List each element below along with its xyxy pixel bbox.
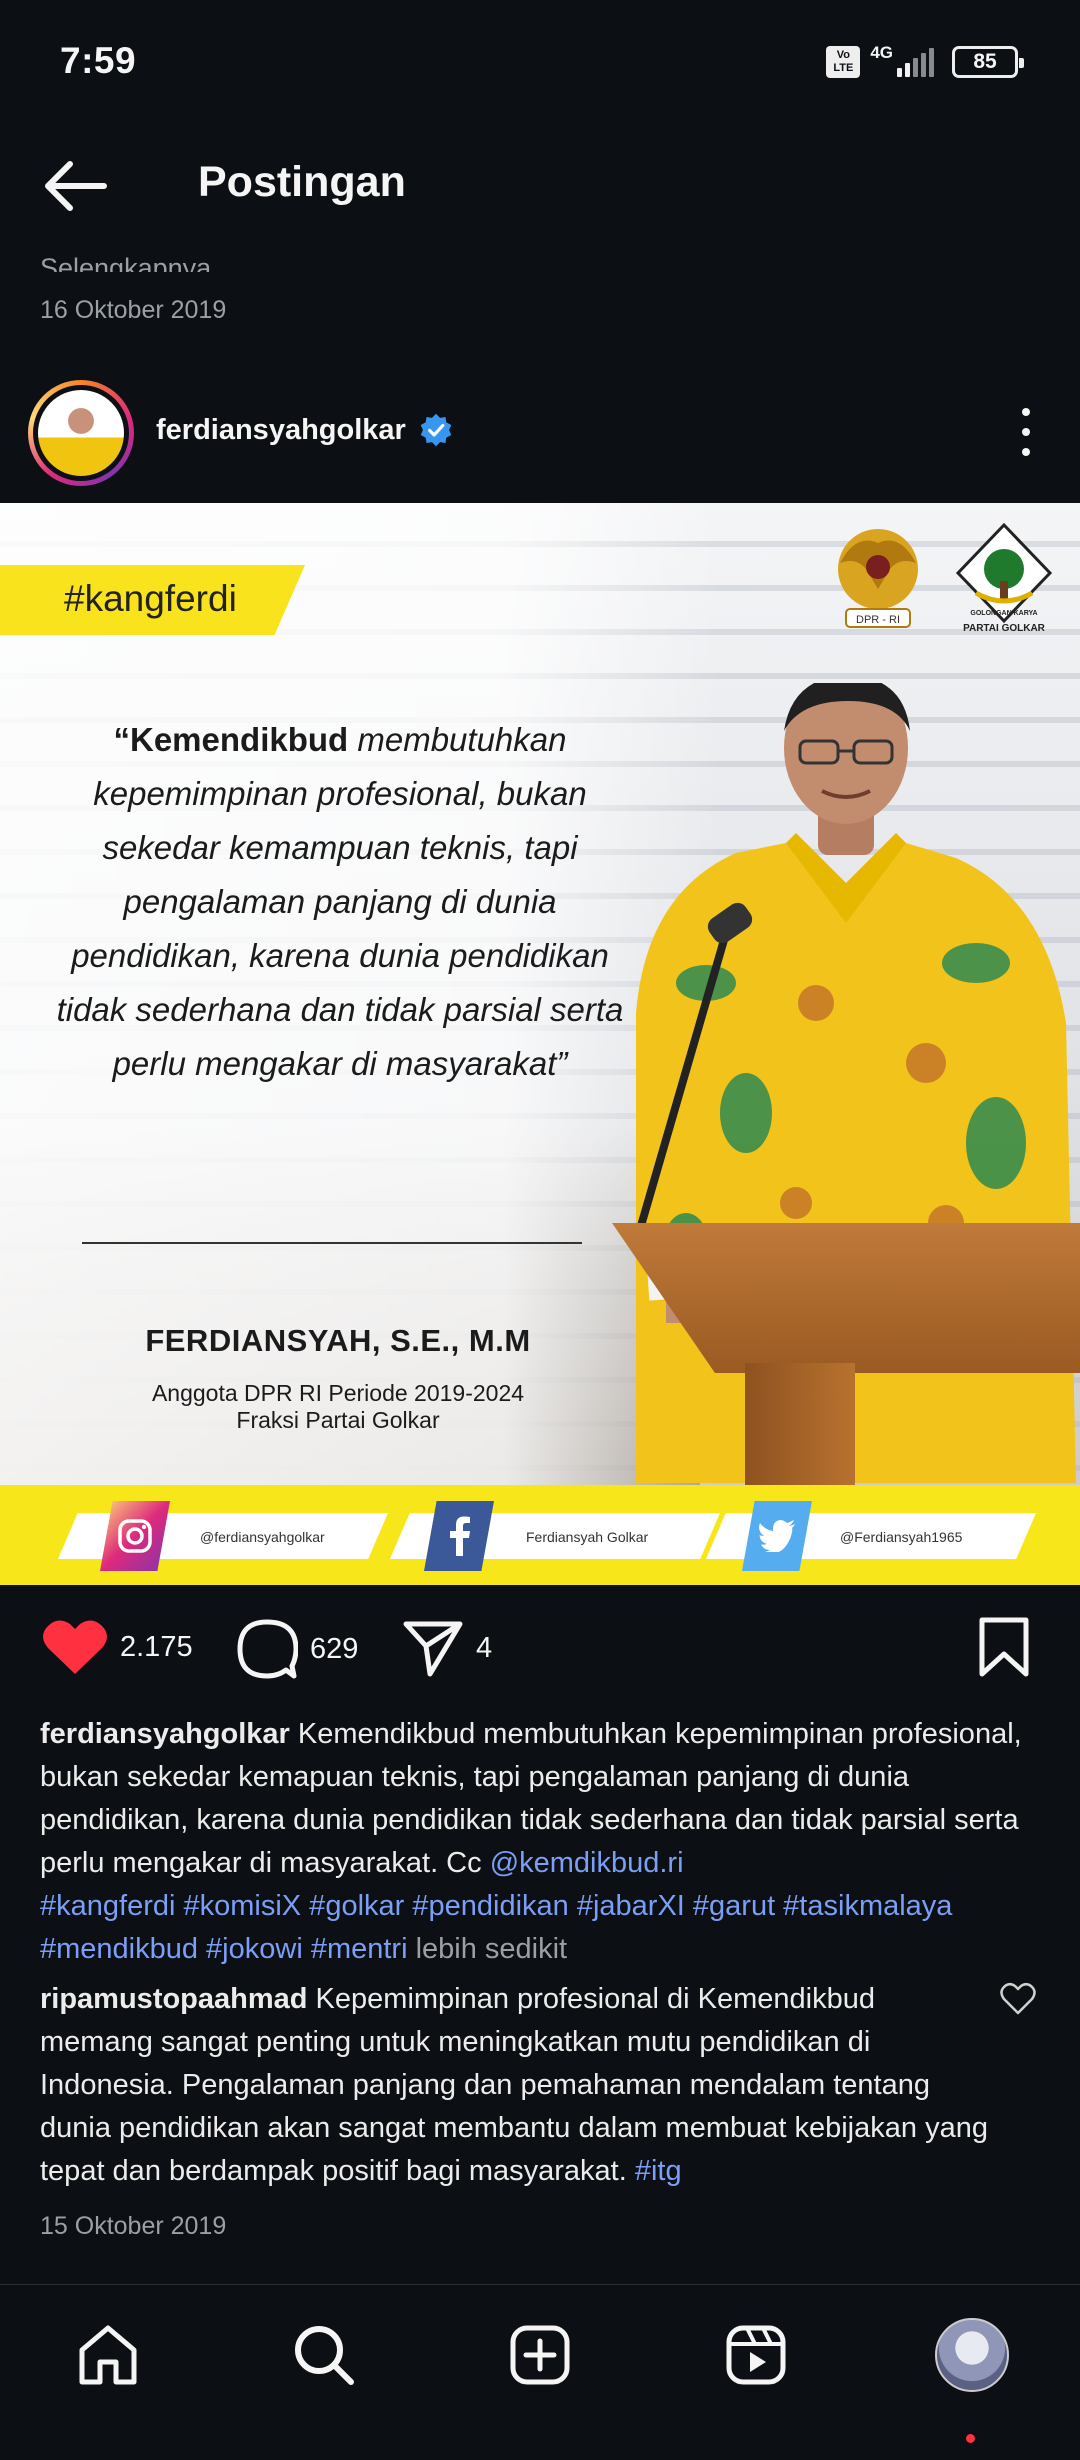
bottom-navigation xyxy=(0,2284,1080,2460)
nav-search[interactable] xyxy=(284,2315,364,2395)
comment-icon xyxy=(237,1619,298,1679)
comment-button[interactable]: 629 xyxy=(236,1618,358,1680)
reels-icon xyxy=(726,2325,786,2385)
more-options-icon[interactable] xyxy=(1016,408,1036,456)
bookmark-icon[interactable] xyxy=(978,1616,1030,1678)
verified-badge-icon xyxy=(420,413,452,447)
post-image[interactable]: #kangferdi DPR - RI GOLONGAN KARYA PARTA… xyxy=(0,503,1080,1585)
instagram-handle: @ferdiansyahgolkar xyxy=(200,1529,325,1545)
network-type: 4G xyxy=(870,43,893,62)
quote-text: “Kemendikbud membutuhkan kepemimpinan pr… xyxy=(40,713,640,1091)
previous-post-more[interactable]: Selengkapnya xyxy=(40,238,211,272)
post-caption: ferdiansyahgolkar Kemendikbud membutuhka… xyxy=(40,1713,1040,1971)
post-date: 15 Oktober 2019 xyxy=(40,2212,227,2240)
show-less-link[interactable]: lebih sedikit xyxy=(408,1933,568,1965)
nav-home[interactable] xyxy=(68,2315,148,2395)
post-username[interactable]: ferdiansyahgolkar xyxy=(156,414,406,447)
share-count: 4 xyxy=(476,1631,493,1664)
comment-count: 629 xyxy=(310,1632,359,1665)
signal-icon xyxy=(897,47,934,77)
comment-hashtag[interactable]: #itg xyxy=(635,2155,682,2187)
nav-profile[interactable] xyxy=(932,2315,1012,2395)
notification-dot xyxy=(966,2434,975,2443)
back-arrow-icon xyxy=(45,161,107,211)
previous-post-date: 16 Oktober 2019 xyxy=(40,296,227,324)
search-icon xyxy=(295,2326,354,2385)
share-icon xyxy=(403,1621,463,1677)
nav-create[interactable] xyxy=(500,2315,580,2395)
page-title: Postingan xyxy=(198,158,406,206)
like-button[interactable]: 2.175 xyxy=(42,1618,193,1676)
hashtag-banner-text: #kangferdi xyxy=(64,578,237,619)
home-icon xyxy=(79,2325,137,2385)
nav-reels[interactable] xyxy=(716,2315,796,2395)
golkar-logo: GOLONGAN KARYA PARTAI GOLKAR xyxy=(955,523,1053,633)
post-actions: 2.175 629 4 xyxy=(0,1600,1080,1700)
facebook-icon xyxy=(424,1501,494,1571)
speaker-role: Anggota DPR RI Periode 2019-2024 Fraksi … xyxy=(58,1380,618,1434)
caption-username[interactable]: ferdiansyahgolkar xyxy=(40,1718,290,1750)
battery-icon: 85 xyxy=(952,46,1024,78)
volte-icon: Vo LTE xyxy=(826,46,861,78)
like-count: 2.175 xyxy=(120,1630,193,1663)
dpr-logo: DPR - RI xyxy=(838,529,918,628)
twitter-handle: @Ferdiansyah1965 xyxy=(840,1529,963,1545)
status-indicators: Vo LTE 4G 85 xyxy=(826,43,1024,78)
speaker-role-line-1: Anggota DPR RI Periode 2019-2024 xyxy=(151,1380,525,1406)
speaker-name: FERDIANSYAH, S.E., M.M xyxy=(145,1323,531,1358)
golkar-logo-text-2: PARTAI GOLKAR xyxy=(963,623,1046,633)
golkar-logo-text-1: GOLONGAN KARYA xyxy=(970,610,1037,617)
dpr-logo-text: DPR - RI xyxy=(856,614,900,626)
comment-item: ripamustopaahmad Kepemimpinan profesiona… xyxy=(40,1978,990,2193)
facebook-handle: Ferdiansyah Golkar xyxy=(526,1529,649,1545)
battery-level: 85 xyxy=(973,50,997,73)
profile-avatar xyxy=(935,2318,1009,2392)
quote-body: membutuhkan kepemimpinan profesional, bu… xyxy=(56,721,624,1082)
speaker-role-line-2: Fraksi Partai Golkar xyxy=(236,1407,440,1433)
quote-lead: “Kemendikbud xyxy=(113,721,349,758)
instagram-icon xyxy=(100,1501,170,1571)
twitter-icon xyxy=(742,1501,812,1571)
quote-divider xyxy=(82,1242,582,1244)
app-header: Postingan xyxy=(0,130,1080,245)
comment-like-icon[interactable] xyxy=(1000,1982,1036,2016)
avatar xyxy=(38,390,124,476)
status-time: 7:59 xyxy=(60,40,137,81)
story-ring[interactable] xyxy=(28,380,134,486)
back-button[interactable] xyxy=(40,156,110,216)
comment-username[interactable]: ripamustopaahmad xyxy=(40,1983,308,2015)
post-header: ferdiansyahgolkar xyxy=(0,372,1080,492)
create-icon xyxy=(510,2325,570,2385)
caption-mention[interactable]: @kemdikbud.ri xyxy=(490,1847,684,1879)
social-strip: @ferdiansyahgolkar Ferdiansyah Golkar @F… xyxy=(0,1485,1080,1585)
status-bar: 7:59 Vo LTE 4G 85 xyxy=(0,0,1080,130)
heart-icon xyxy=(43,1620,107,1674)
share-button[interactable]: 4 xyxy=(402,1618,492,1678)
